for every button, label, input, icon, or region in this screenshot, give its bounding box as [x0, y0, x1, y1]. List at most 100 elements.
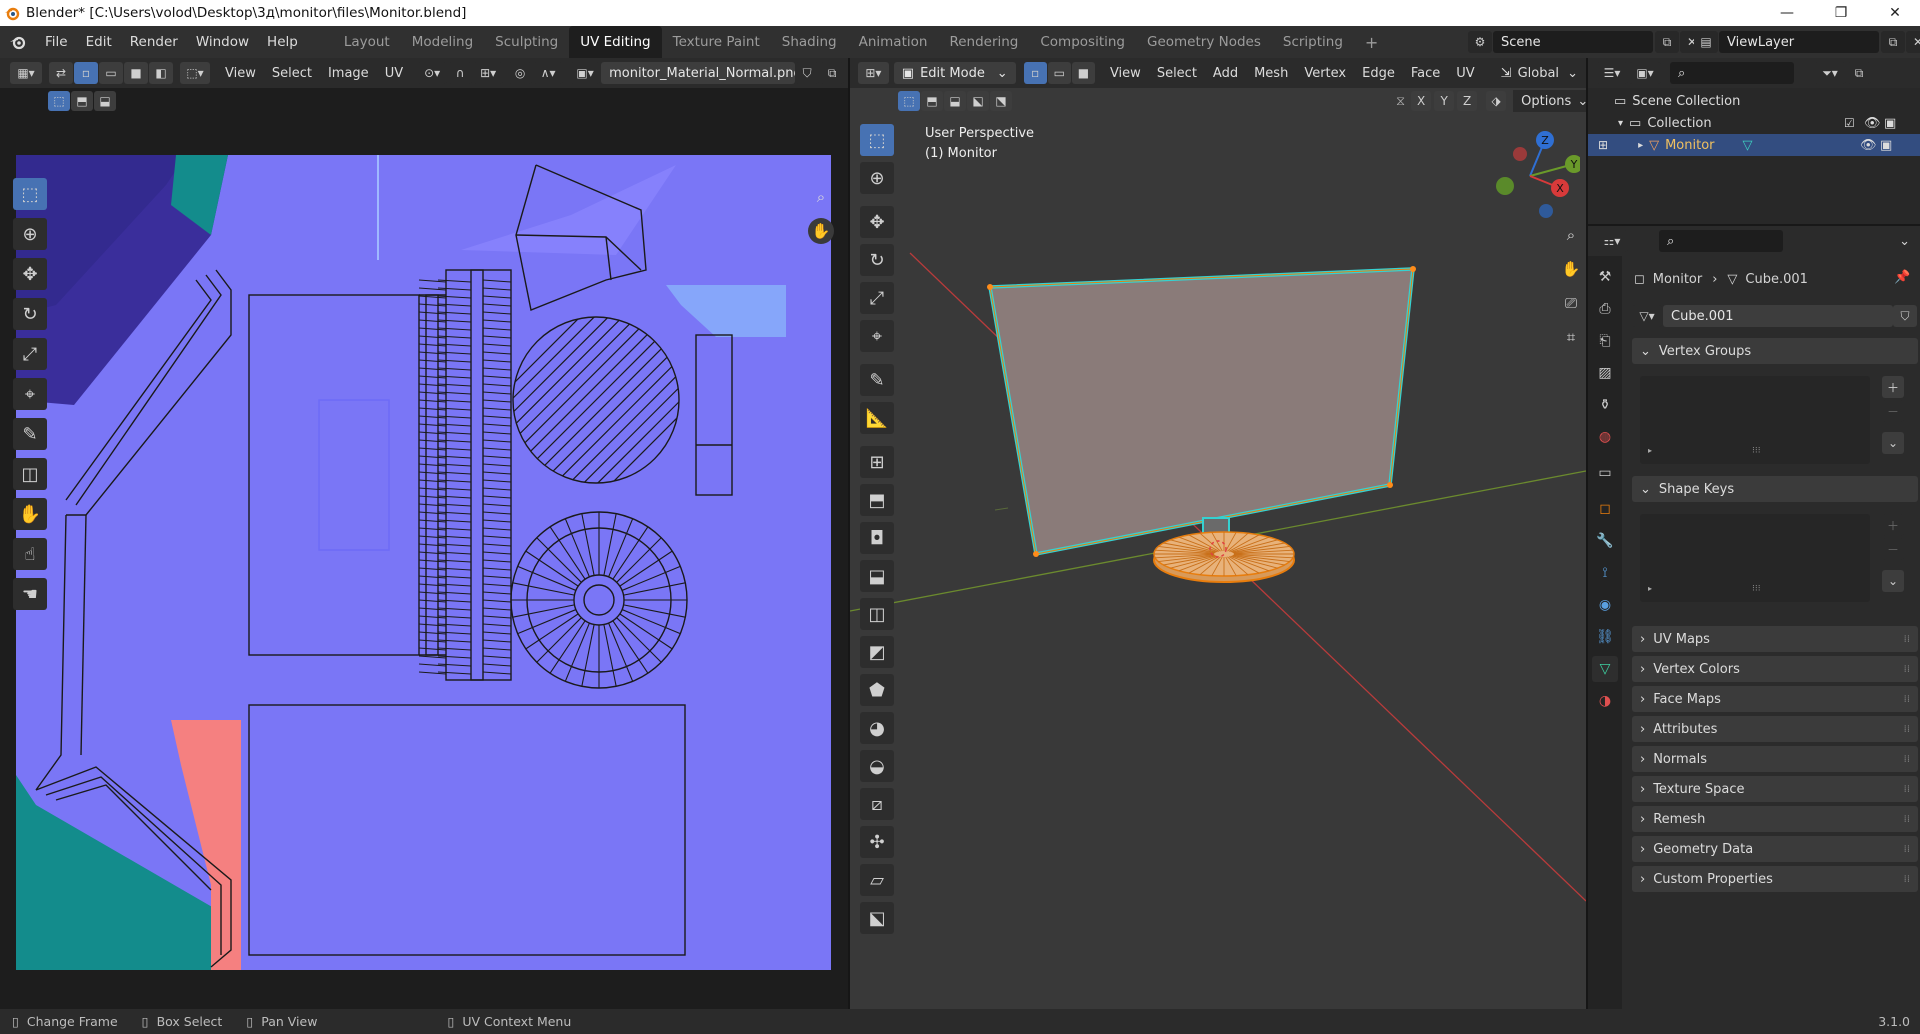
drag-handle-icon[interactable]: ⁞⁞ — [1904, 664, 1910, 675]
select-set-icon[interactable]: ⬚ — [48, 91, 70, 111]
eye-icon[interactable]: 👁 — [1864, 116, 1881, 131]
move-tool-icon[interactable]: ✥ — [860, 206, 894, 238]
snap-target-icon[interactable]: ⊞▾ — [473, 62, 504, 84]
panel-vertex-colors[interactable]: › Vertex Colors ⁞⁞ — [1632, 656, 1918, 682]
grab-tool-icon[interactable]: ✋ — [13, 498, 47, 530]
remove-viewlayer-icon[interactable]: ✕ — [1906, 31, 1920, 53]
pivot-icon[interactable]: ⊙▾ — [417, 62, 448, 84]
outliner-monitor-object[interactable]: ⊞ ▸ ▽ Monitor ▽ 👁 ▣ — [1588, 134, 1920, 156]
edge-slide-tool-icon[interactable]: ⧄ — [860, 788, 894, 820]
cursor-tool-icon[interactable]: ⊕ — [860, 162, 894, 194]
menu-edit[interactable]: Edit — [77, 26, 121, 58]
tool-tab-icon[interactable]: ⚒ — [1592, 264, 1618, 290]
modifier-tab-icon[interactable]: 🔧 — [1592, 528, 1618, 554]
workspace-tab-shading[interactable]: Shading — [771, 26, 848, 58]
panel-vertex-groups[interactable]: ⌄ Vertex Groups — [1632, 338, 1918, 364]
knife-tool-icon[interactable]: ◩ — [860, 636, 894, 668]
material-tab-icon[interactable]: ◑ — [1592, 688, 1618, 714]
mesh-data-icon[interactable]: ▽ — [1743, 138, 1753, 153]
add-vertex-group-icon[interactable]: ＋ — [1882, 376, 1904, 398]
render-tab-icon[interactable]: ⎙ — [1592, 296, 1618, 322]
rip-region-tool-icon[interactable]: ⬕ — [860, 902, 894, 934]
cursor-tool-icon[interactable]: ⊕ — [13, 218, 47, 250]
inset-tool-icon[interactable]: ◘ — [860, 522, 894, 554]
workspace-tab-layout[interactable]: Layout — [333, 26, 401, 58]
panel-texture-space[interactable]: › Texture Space ⁞⁞ — [1632, 776, 1918, 802]
display-mode-icon[interactable]: ▣▾ — [1629, 62, 1661, 84]
workspace-tab-uv-editing[interactable]: UV Editing — [569, 26, 662, 58]
add-cube-tool-icon[interactable]: ⊞ — [860, 446, 894, 478]
perspective-toggle-icon[interactable]: ⌗ — [1558, 324, 1584, 350]
camera-render-icon[interactable]: ▣ — [1880, 138, 1892, 153]
particles-tab-icon[interactable]: ⟟ — [1592, 560, 1618, 586]
properties-search-input[interactable]: ⌕ — [1659, 230, 1783, 252]
shrink-fatten-tool-icon[interactable]: ✣ — [860, 826, 894, 858]
panel-remesh[interactable]: › Remesh ⁞⁞ — [1632, 806, 1918, 832]
mesh-data-tab-icon[interactable]: ▽ — [1592, 656, 1618, 682]
remove-shape-key-icon[interactable]: － — [1882, 538, 1904, 560]
menu-window[interactable]: Window — [187, 26, 258, 58]
vertex-group-menu-icon[interactable]: ⌄ — [1882, 432, 1904, 454]
drag-handle-icon[interactable]: ⁞⁞ — [1904, 754, 1910, 765]
rotate-tool-icon[interactable]: ↻ — [13, 298, 47, 330]
zoom-icon[interactable]: ⌕ — [1558, 222, 1584, 248]
menu-render[interactable]: Render — [121, 26, 187, 58]
panel-shape-keys[interactable]: ⌄ Shape Keys — [1632, 476, 1918, 502]
loop-cut-tool-icon[interactable]: ◫ — [860, 598, 894, 630]
world-tab-icon[interactable]: ◍ — [1592, 424, 1618, 450]
filter-icon[interactable]: ⏷▾ — [1814, 62, 1846, 84]
minimize-button[interactable]: — — [1764, 0, 1810, 26]
navigation-gizmo[interactable]: Z Y X — [1480, 126, 1580, 226]
output-tab-icon[interactable]: ⎗ — [1592, 328, 1618, 354]
spin-tool-icon[interactable]: ◕ — [860, 712, 894, 744]
image-browse-icon[interactable]: ▣▾ — [570, 62, 601, 84]
island-select-icon[interactable]: ◧ — [149, 62, 173, 84]
measure-tool-icon[interactable]: 📐 — [860, 402, 894, 434]
select-subtract-icon[interactable]: ⬓ — [94, 91, 116, 111]
outliner-editor-type-icon[interactable]: ☰▾ — [1596, 62, 1628, 84]
panel-attributes[interactable]: › Attributes ⁞⁞ — [1632, 716, 1918, 742]
relax-tool-icon[interactable]: ☝ — [13, 538, 47, 570]
outliner-search-input[interactable]: ⌕ — [1670, 62, 1794, 84]
exclude-checkbox[interactable]: ☑ — [1844, 116, 1855, 130]
panel-geometry-data[interactable]: › Geometry Data ⁞⁞ — [1632, 836, 1918, 862]
mesh-name-field[interactable]: Cube.001 — [1663, 305, 1893, 327]
vertex-groups-list[interactable]: ▸ ⁝⁝⁝ — [1640, 376, 1870, 464]
pin-icon[interactable]: 📌 — [1894, 270, 1910, 285]
expand-arrow-icon[interactable]: ▾ — [1618, 118, 1623, 129]
transform-tool-icon[interactable]: ⌖ — [860, 320, 894, 352]
snap-icon[interactable]: ∩ — [448, 62, 473, 84]
properties-editor-type-icon[interactable]: ⚏▾ — [1596, 230, 1628, 252]
select-box-tool-icon[interactable]: ⬚ — [860, 124, 894, 156]
maximize-button[interactable]: ❐ — [1818, 0, 1864, 26]
mesh-datablock-selector[interactable]: ▽▾ Cube.001 ⛉ — [1632, 304, 1918, 328]
zoom-icon[interactable]: ⌕ — [808, 184, 834, 210]
add-shape-key-icon[interactable]: ＋ — [1882, 514, 1904, 536]
pinch-tool-icon[interactable]: ☚ — [13, 578, 47, 610]
workspace-tab-animation[interactable]: Animation — [848, 26, 939, 58]
panel-face-maps[interactable]: › Face Maps ⁞⁞ — [1632, 686, 1918, 712]
workspace-tab-modeling[interactable]: Modeling — [401, 26, 484, 58]
smooth-tool-icon[interactable]: ◒ — [860, 750, 894, 782]
vertex-select-icon[interactable]: ▫ — [74, 62, 98, 84]
physics-tab-icon[interactable]: ◉ — [1592, 592, 1618, 618]
workspace-tab-rendering[interactable]: Rendering — [938, 26, 1029, 58]
menu-file[interactable]: File — [36, 26, 77, 58]
remove-vertex-group-icon[interactable]: － — [1882, 400, 1904, 422]
workspace-tab-compositing[interactable]: Compositing — [1029, 26, 1136, 58]
uv-image-canvas[interactable] — [16, 155, 831, 970]
scene-tab-icon[interactable]: ⚱ — [1592, 392, 1618, 418]
proportional-edit-icon[interactable]: ◎ — [508, 62, 533, 84]
resize-handle-icon[interactable]: ⁝⁝⁝ — [1752, 446, 1761, 456]
transform-tool-icon[interactable]: ⌖ — [13, 378, 47, 410]
uv-menu-uv[interactable]: UV — [377, 62, 411, 84]
extrude-tool-icon[interactable]: ⬒ — [860, 484, 894, 516]
fake-user-icon[interactable]: ⛉ — [795, 62, 820, 84]
move-tool-icon[interactable]: ✥ — [13, 258, 47, 290]
new-image-icon[interactable]: ⧉ — [820, 62, 845, 84]
workspace-tab-sculpting[interactable]: Sculpting — [484, 26, 569, 58]
drag-handle-icon[interactable]: ⁞⁞ — [1904, 694, 1910, 705]
scale-tool-icon[interactable]: ⤢ — [13, 338, 47, 370]
drag-handle-icon[interactable]: ⁞⁞ — [1904, 724, 1910, 735]
constraints-tab-icon[interactable]: ⛓ — [1592, 624, 1618, 650]
